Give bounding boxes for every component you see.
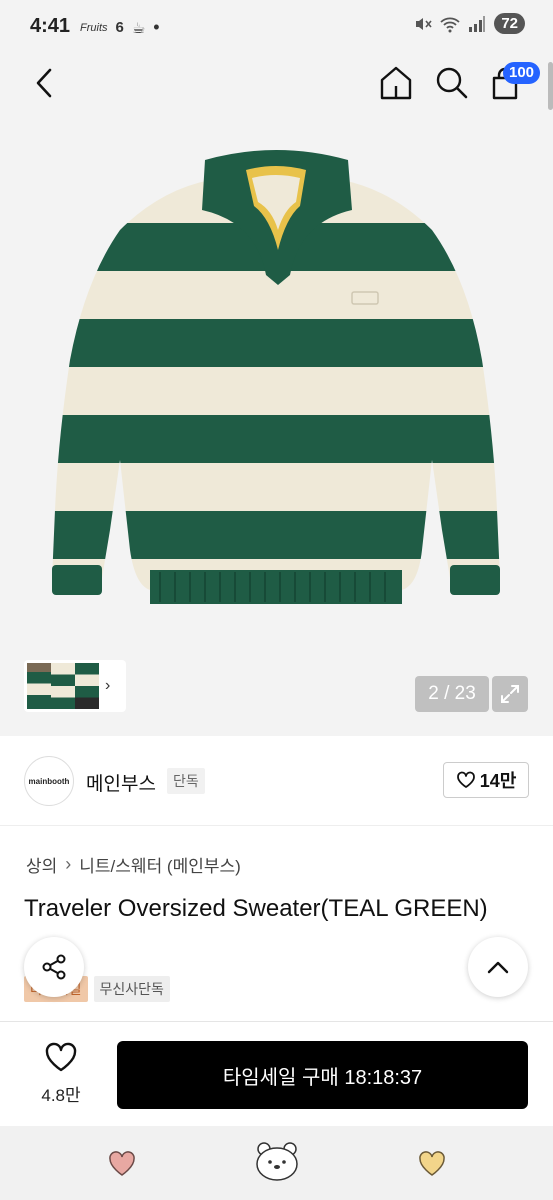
- bear-icon[interactable]: [254, 1140, 300, 1182]
- page-indicator: 2 / 23: [415, 676, 489, 712]
- thumbnail-images[interactable]: [27, 663, 99, 709]
- share-button[interactable]: [24, 937, 84, 997]
- scroll-indicator: [548, 62, 553, 110]
- dot-icon: •: [153, 17, 160, 37]
- battery-level: 72: [494, 13, 525, 34]
- expand-button[interactable]: [492, 676, 528, 712]
- status-bar: 4:41 Fruits 6 ☕ • 72: [0, 0, 553, 52]
- app-icon: 6: [115, 19, 124, 36]
- home-button[interactable]: [378, 64, 414, 102]
- cart-count-badge: 100: [503, 62, 541, 84]
- wifi-icon: [440, 17, 460, 32]
- search-button[interactable]: [434, 64, 470, 102]
- brand-exclusive-tag: 단독: [167, 768, 205, 794]
- home-icon: [380, 66, 412, 100]
- chevron-right-icon[interactable]: ›: [105, 677, 110, 695]
- brand-logo[interactable]: mainbooth: [24, 756, 74, 806]
- chevron-left-icon: [36, 68, 52, 98]
- exclusive-tag: 무신사단독: [93, 976, 170, 1002]
- heart-icon: [456, 771, 475, 788]
- breadcrumb: 상의 › 니트/스웨터 (메인부스): [26, 852, 241, 877]
- brand-like-button[interactable]: 14만: [443, 762, 529, 798]
- brand-row: mainbooth 메인부스 단독 14만: [0, 736, 553, 826]
- wishlist-button[interactable]: 4.8만: [26, 1042, 96, 1106]
- signal-icon: [469, 15, 486, 32]
- search-icon: [436, 67, 468, 99]
- chevron-up-icon: [487, 961, 509, 974]
- wishlist-count: 4.8만: [41, 1086, 81, 1105]
- breadcrumb-subcategory[interactable]: 니트/스웨터 (메인부스): [79, 852, 241, 877]
- system-nav-bar: [0, 1126, 553, 1200]
- heart-icon: [45, 1042, 77, 1072]
- fruits-icon: Fruits: [80, 21, 108, 34]
- thumbnail-strip[interactable]: ›: [24, 660, 126, 712]
- buy-button[interactable]: 타임세일 구매 18:18:37: [117, 1041, 528, 1109]
- back-button[interactable]: [28, 64, 60, 104]
- expand-icon: [501, 685, 519, 703]
- brand-like-count: 14만: [479, 771, 517, 791]
- yellow-heart-icon[interactable]: [417, 1150, 447, 1178]
- cup-icon: ☕: [131, 19, 146, 37]
- purchase-bar: 4.8만 타임세일 구매 18:18:37: [0, 1021, 553, 1125]
- status-time: 4:41: [30, 15, 71, 37]
- pink-heart-icon[interactable]: [107, 1150, 137, 1178]
- status-right: 72: [414, 13, 525, 34]
- breadcrumb-category[interactable]: 상의: [26, 852, 57, 877]
- product-image[interactable]: [0, 110, 553, 650]
- mute-icon: [416, 17, 432, 30]
- notification-icons: Fruits 6 ☕ •: [80, 17, 160, 38]
- scroll-top-button[interactable]: [468, 937, 528, 997]
- chevron-right-icon: ›: [65, 854, 72, 874]
- share-icon: [42, 954, 66, 980]
- product-title: Traveler Oversized Sweater(TEAL GREEN): [24, 895, 488, 922]
- brand-name[interactable]: 메인부스: [86, 769, 156, 796]
